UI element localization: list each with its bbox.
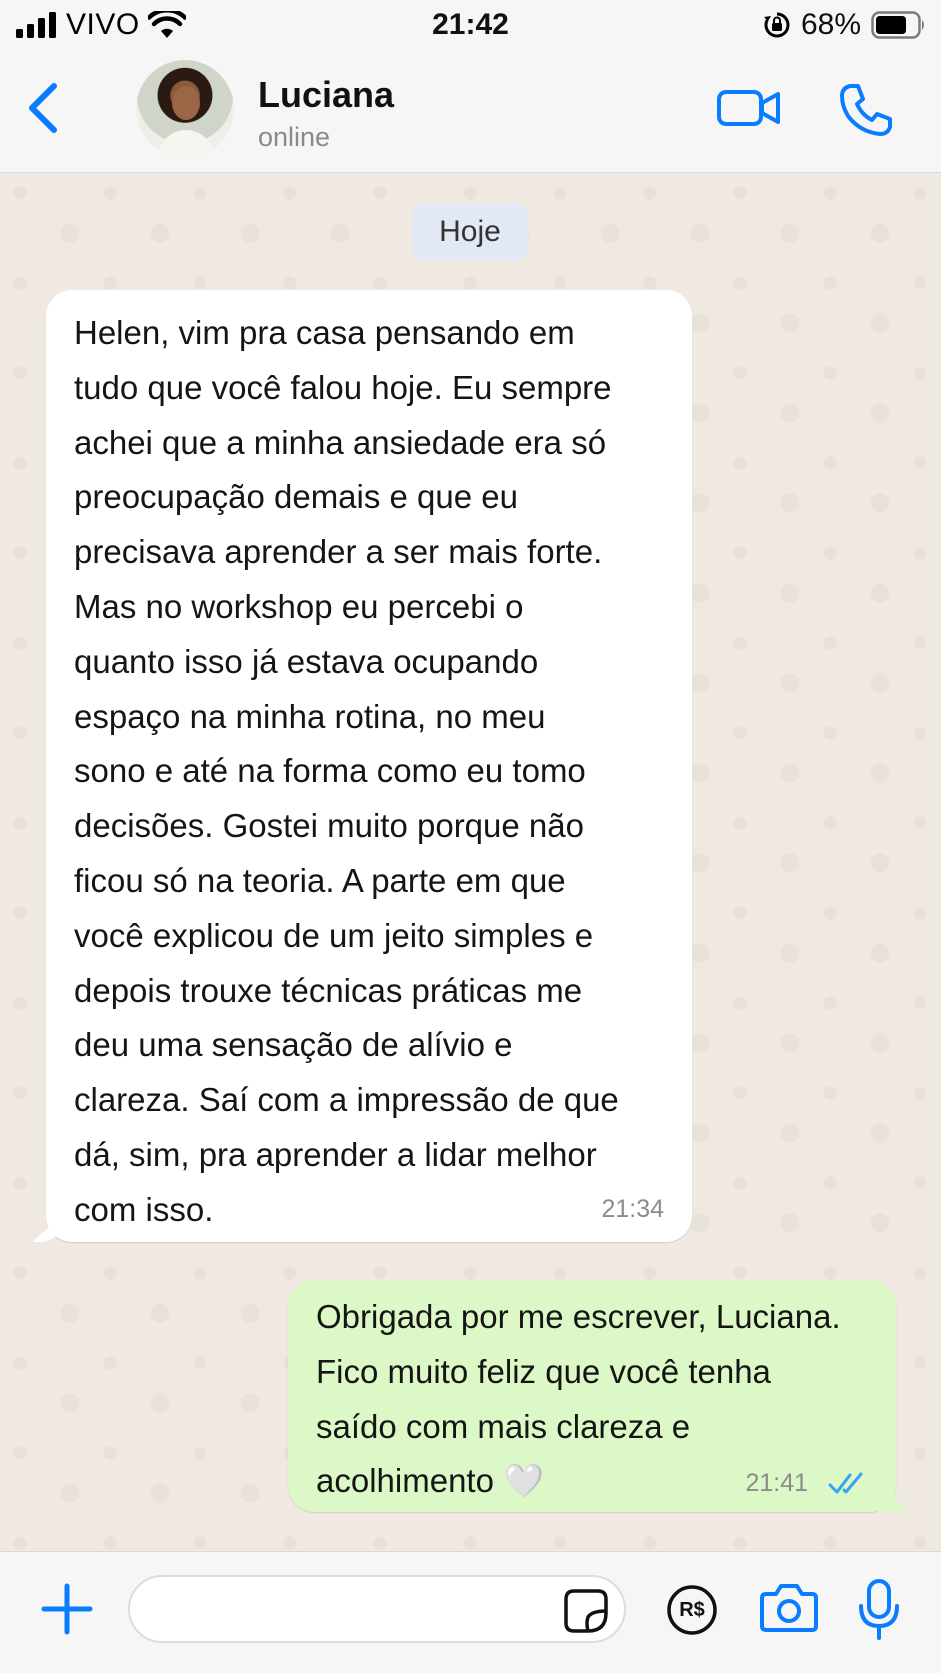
incoming-message[interactable]: Helen, vim pra casa pensando em tudo que… [46, 290, 692, 1242]
camera-icon[interactable] [760, 1582, 818, 1634]
chat-header: Luciana online [0, 52, 941, 173]
message-time: 21:41 [745, 1469, 808, 1497]
sticker-icon[interactable] [562, 1587, 610, 1635]
avatar-face [172, 86, 200, 120]
orientation-lock-icon [763, 12, 790, 38]
battery-percent: 68% [800, 8, 861, 41]
message-time: 21:34 [601, 1195, 664, 1223]
battery-icon [871, 11, 924, 39]
avatar[interactable] [136, 60, 234, 158]
outgoing-message[interactable]: Obrigada por me escrever, Luciana. Fico … [288, 1280, 896, 1512]
pix-button[interactable]: R$ [666, 1584, 718, 1636]
chat-area[interactable]: Hoje Helen, vim pra casa pensando em tud… [0, 173, 941, 1551]
status-right: 68% [763, 8, 927, 42]
message-input[interactable] [128, 1575, 626, 1643]
message-text: Helen, vim pra casa pensando em tudo que… [74, 314, 619, 1228]
date-separator: Hoje [412, 203, 528, 261]
read-receipt-icon [828, 1472, 863, 1494]
avatar-body [158, 130, 214, 158]
microphone-icon[interactable] [856, 1578, 902, 1642]
plus-icon[interactable] [40, 1582, 94, 1636]
video-call-icon[interactable] [716, 84, 782, 132]
contact-name[interactable]: Luciana [258, 74, 394, 116]
message-composer: R$ [0, 1551, 941, 1673]
pix-label: R$ [679, 1599, 705, 1621]
back-icon[interactable] [22, 78, 62, 138]
contact-status: online [258, 122, 331, 152]
status-bar: VIVO 21:42 68% [0, 0, 941, 52]
voice-call-icon[interactable] [838, 82, 894, 138]
